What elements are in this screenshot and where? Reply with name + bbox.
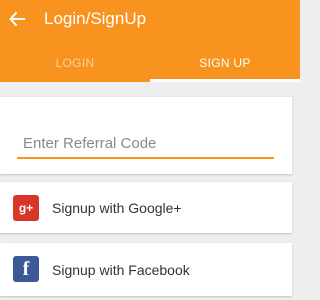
referral-code-input[interactable] — [17, 133, 274, 159]
google-plus-icon: g+ — [13, 195, 39, 221]
tab-signup[interactable]: SIGN UP — [150, 44, 300, 82]
back-button[interactable] — [7, 9, 27, 29]
app-bar: Login/SignUp LOGIN SIGN UP — [0, 0, 300, 82]
toolbar: Login/SignUp — [0, 0, 300, 40]
tab-login[interactable]: LOGIN — [0, 44, 150, 82]
arrow-left-icon — [9, 11, 25, 27]
facebook-signup-label: Signup with Facebook — [52, 262, 190, 278]
page-title: Login/SignUp — [44, 9, 147, 28]
facebook-icon: f — [13, 256, 39, 282]
tab-bar: LOGIN SIGN UP — [0, 44, 300, 82]
google-signup-label: Signup with Google+ — [52, 200, 182, 216]
